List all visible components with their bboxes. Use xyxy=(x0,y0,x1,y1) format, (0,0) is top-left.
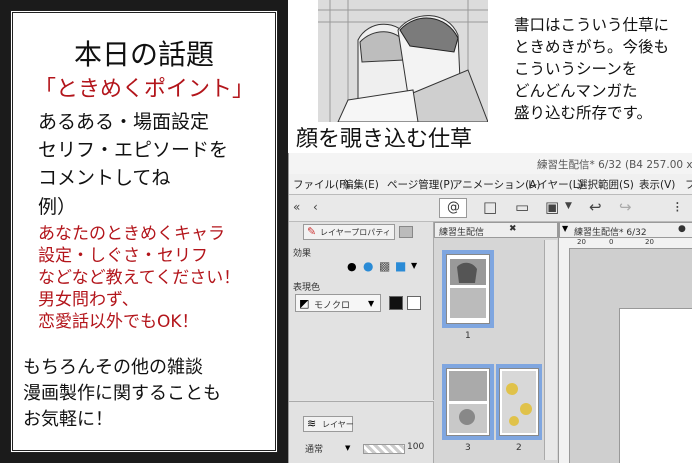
vertical-ruler xyxy=(559,248,570,463)
collapse-left-icon[interactable]: « xyxy=(293,200,300,214)
effect-label: 効果 xyxy=(293,249,312,259)
board-line: あるある・場面設定 xyxy=(38,111,210,133)
page-thumbnail-art xyxy=(450,259,486,318)
window-title: 練習生配信* 6/32 (B4 257.00 x 3 xyxy=(537,159,692,171)
tab-label: レイヤー xyxy=(322,420,354,429)
open-folder-icon[interactable]: ▭ xyxy=(515,198,529,216)
effect-dropdown-icon[interactable]: ▼ xyxy=(411,261,417,270)
ruler-number: 0 xyxy=(609,238,614,246)
announcement-board: 本日の話題 「ときめくポイント」 あるある・場面設定 セリフ・エピソードを コメ… xyxy=(0,0,288,463)
redo-icon[interactable]: ↪ xyxy=(619,198,632,216)
save-dropdown-icon[interactable]: ▼ xyxy=(565,201,572,211)
menu-bar: ファイル(F) 編集(E) ページ管理(P) アニメーション(A) レイヤー(L… xyxy=(289,174,692,195)
example-line: 恋愛話以外でもOK！ xyxy=(38,312,199,332)
command-bar: « ‹ @ □ ▭ ▣ ▼ ↩ ↪ ⁝ xyxy=(289,195,692,222)
note-line: ときめきがち。今後も xyxy=(514,38,670,56)
blend-mode-value[interactable]: 通常 xyxy=(305,442,323,455)
effect-pattern-icon[interactable]: ▩ xyxy=(379,259,390,273)
modified-dot-icon: ● xyxy=(678,224,686,234)
page-thumb-selected[interactable] xyxy=(442,250,494,328)
board-line: セリフ・エピソードを xyxy=(38,139,229,161)
page-thumb[interactable] xyxy=(496,364,542,440)
note-line: 書口はこういう仕草に xyxy=(514,16,670,34)
menu-page[interactable]: ページ管理(P) xyxy=(387,177,454,192)
horizontal-ruler: 20 0 20 xyxy=(559,238,692,249)
close-icon[interactable]: ✖ xyxy=(509,224,517,234)
page-number: 2 xyxy=(516,443,522,453)
window-titlebar: 練習生配信* 6/32 (B4 257.00 x 3 xyxy=(289,153,692,175)
tab-dropdown-icon[interactable]: ▼ xyxy=(562,224,568,233)
effect-border-icon[interactable]: ● xyxy=(347,260,357,273)
example-label: 例） xyxy=(38,196,77,218)
page-panel-title: 練習生配信 xyxy=(439,228,485,238)
page-scrollbar[interactable] xyxy=(544,240,557,460)
opacity-value[interactable]: 100 xyxy=(407,442,424,452)
note-line: こういうシーンを xyxy=(514,60,638,78)
page-thumbnail xyxy=(499,368,539,436)
app-logo-button[interactable]: @ xyxy=(439,198,467,218)
white-swatch[interactable] xyxy=(407,296,421,310)
board-paper: 本日の話題 「ときめくポイント」 あるある・場面設定 セリフ・エピソードを コメ… xyxy=(10,10,278,453)
board-line: コメントしてね xyxy=(38,167,171,189)
layer-property-panel: ✎ レイヤープロパティ 効果 ● ● ▩ ■ ▼ 表現色 ◩ モノクロ ▼ xyxy=(289,222,434,400)
more-tools-icon[interactable]: ⁝ xyxy=(675,198,680,216)
effect-color-icon[interactable]: ■ xyxy=(395,259,406,273)
undo-icon[interactable]: ↩ xyxy=(589,198,602,216)
express-color-value: モノクロ xyxy=(314,301,351,311)
page-thumbnail-art xyxy=(449,371,487,433)
manga-panel xyxy=(318,0,488,122)
effect-tone-icon[interactable]: ● xyxy=(363,259,373,273)
closing-line: 漫画製作に関することも xyxy=(23,383,221,404)
manga-illustration xyxy=(318,0,488,122)
page-number: 3 xyxy=(465,443,471,453)
monochrome-icon: ◩ xyxy=(299,297,310,310)
clip-studio-window: 練習生配信* 6/32 (B4 257.00 x 3 ファイル(F) 編集(E)… xyxy=(288,153,692,463)
canvas-tab[interactable]: ▼ 練習生配信* 6/32 ● xyxy=(559,222,692,238)
new-file-icon[interactable]: □ xyxy=(483,198,497,216)
tab-layer[interactable]: ≋ レイヤー xyxy=(303,416,354,432)
menu-file[interactable]: ファイル(F) xyxy=(293,177,349,192)
page-thumb[interactable] xyxy=(442,364,494,440)
opacity-slider[interactable] xyxy=(363,444,405,454)
tab-layer-property[interactable]: ✎ レイヤープロパティ xyxy=(303,224,395,240)
page-panel-tab[interactable]: 練習生配信 ✖ xyxy=(434,222,558,238)
page-thumbnail-art xyxy=(502,371,536,433)
closing-line: もちろんその他の雑談 xyxy=(23,357,203,378)
tab-label: レイヤープロパティ xyxy=(320,228,391,237)
swirl-icon: @ xyxy=(447,200,460,215)
blend-dropdown-icon[interactable]: ▼ xyxy=(345,444,350,452)
page-manager-panel: 練習生配信 ✖ 1 3 2 xyxy=(434,222,559,463)
menu-more[interactable]: フ xyxy=(685,177,692,192)
express-color-label: 表現色 xyxy=(293,283,321,293)
pen-icon: ✎ xyxy=(307,225,317,238)
page-thumbnail xyxy=(446,368,490,436)
chevron-down-icon: ▼ xyxy=(368,299,375,308)
layers-icon: ≋ xyxy=(307,417,317,430)
page-number: 1 xyxy=(465,331,471,341)
handwritten-note: 書口はこういう仕草に ときめきがち。今後も こういうシーンを どんどんマンガた … xyxy=(514,14,692,124)
panel-caption: 顔を覗き込む仕草 xyxy=(296,127,473,152)
board-heading: 本日の話題 xyxy=(73,38,214,71)
note-line: 盛り込む所存です。 xyxy=(514,104,652,122)
menu-selection[interactable]: 選択範囲(S) xyxy=(577,177,634,192)
board-topic: 「ときめくポイント」 xyxy=(33,77,254,102)
save-icon[interactable]: ▣ xyxy=(545,198,559,216)
ruler-number: 20 xyxy=(577,238,586,246)
ruler-number: 20 xyxy=(645,238,654,246)
canvas-tab-title: 練習生配信* 6/32 xyxy=(574,228,647,238)
chevron-left-icon[interactable]: ‹ xyxy=(313,200,318,214)
menu-view[interactable]: 表示(V) xyxy=(639,177,675,192)
express-color-select[interactable]: ◩ モノクロ ▼ xyxy=(295,294,381,312)
layer-panel: ≋ レイヤー 通常 ▼ 100 xyxy=(289,401,434,463)
panel-menu-icon[interactable] xyxy=(399,226,413,238)
page-thumbnail xyxy=(446,254,490,324)
canvas-page[interactable] xyxy=(619,308,692,463)
closing-line: お気軽に！ xyxy=(23,409,113,430)
menu-edit[interactable]: 編集(E) xyxy=(343,177,379,192)
black-swatch[interactable] xyxy=(389,296,403,310)
menu-layer[interactable]: レイヤー(L) xyxy=(527,177,583,192)
note-line: どんどんマンガた xyxy=(514,82,638,100)
canvas-area: ▼ 練習生配信* 6/32 ● 20 0 20 xyxy=(559,222,692,463)
